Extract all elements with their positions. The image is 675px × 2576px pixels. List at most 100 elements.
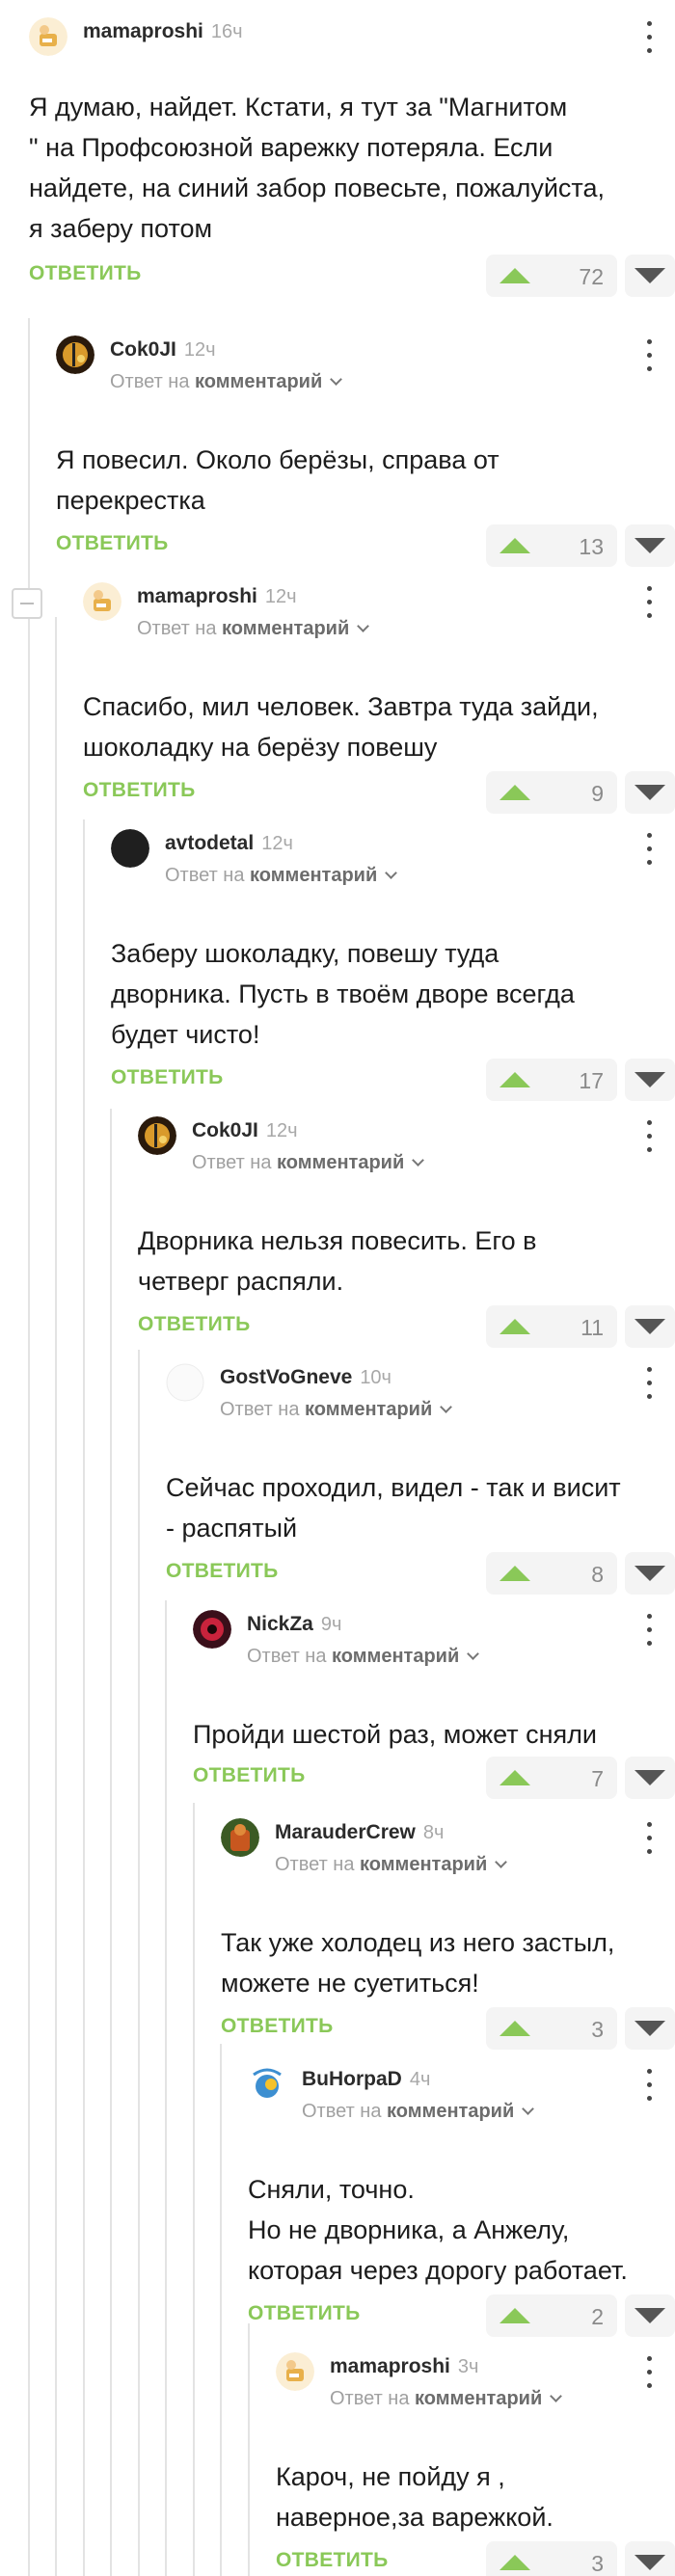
more-options-icon[interactable] bbox=[640, 21, 660, 54]
rating-score: 17 bbox=[579, 1068, 604, 1093]
more-options-icon[interactable] bbox=[640, 2069, 660, 2102]
reply-button[interactable]: ОТВЕТИТЬ bbox=[166, 1560, 279, 1583]
chevron-down-icon[interactable] bbox=[440, 1401, 453, 1413]
reply-to-link[interactable]: комментарий bbox=[305, 1399, 432, 1420]
upvote-icon[interactable] bbox=[500, 1319, 530, 1334]
reply-to: Ответ на комментарий bbox=[192, 1152, 425, 1174]
upvote-icon[interactable] bbox=[500, 2308, 530, 2323]
upvote-icon[interactable] bbox=[500, 1566, 530, 1581]
downvote-icon[interactable] bbox=[625, 524, 675, 567]
upvote-icon[interactable] bbox=[500, 1072, 530, 1087]
reply-button[interactable]: ОТВЕТИТЬ bbox=[56, 532, 169, 555]
avatar[interactable] bbox=[276, 2352, 314, 2391]
reply-button[interactable]: ОТВЕТИТЬ bbox=[83, 779, 196, 802]
author-name[interactable]: BuHorpaD 4ч bbox=[302, 2068, 430, 2091]
reply-to: Ответ на комментарий bbox=[137, 618, 370, 640]
author-name[interactable]: mamaproshi 16ч bbox=[83, 20, 243, 43]
comment: Cok0JI 12ч Ответ на комментарий Дворника … bbox=[138, 1116, 675, 1348]
reply-button[interactable]: ОТВЕТИТЬ bbox=[29, 262, 142, 285]
comment-text: Дворника нельзя повесить. Его в четверг … bbox=[138, 1226, 537, 1296]
upvote-icon[interactable] bbox=[500, 2555, 530, 2570]
chevron-down-icon[interactable] bbox=[330, 373, 343, 386]
more-options-icon[interactable] bbox=[640, 1120, 660, 1153]
downvote-icon[interactable] bbox=[625, 1305, 675, 1348]
comment: GostVoGneve 10ч Ответ на комментарий Сейч… bbox=[166, 1363, 675, 1595]
downvote-icon[interactable] bbox=[625, 2541, 675, 2576]
author-name[interactable]: GostVoGneve 10ч bbox=[220, 1366, 392, 1389]
comment-time: 12ч bbox=[183, 339, 216, 361]
reply-to-link[interactable]: комментарий bbox=[250, 865, 377, 886]
comment-text: Я повесил. Около берёзы, справа от перек… bbox=[56, 445, 500, 515]
avatar[interactable] bbox=[166, 1363, 204, 1402]
author-name[interactable]: NickZa 9ч bbox=[247, 1613, 341, 1636]
downvote-icon[interactable] bbox=[625, 771, 675, 814]
chevron-down-icon[interactable] bbox=[467, 1648, 480, 1660]
chevron-down-icon[interactable] bbox=[550, 2390, 563, 2402]
reply-button[interactable]: ОТВЕТИТЬ bbox=[111, 1066, 224, 1089]
comment: NickZa 9ч Ответ на комментарий Пройди шес… bbox=[193, 1610, 675, 1799]
collapse-thread-button[interactable] bbox=[12, 588, 42, 619]
reply-to-link[interactable]: комментарий bbox=[332, 1646, 459, 1667]
reply-button[interactable]: ОТВЕТИТЬ bbox=[221, 2015, 334, 2038]
more-options-icon[interactable] bbox=[640, 1822, 660, 1855]
more-options-icon[interactable] bbox=[640, 339, 660, 372]
more-options-icon[interactable] bbox=[640, 1367, 660, 1400]
upvote-icon[interactable] bbox=[500, 268, 530, 283]
chevron-down-icon[interactable] bbox=[412, 1154, 425, 1167]
author-name[interactable]: Cok0JI 12ч bbox=[192, 1119, 298, 1142]
avatar-image bbox=[138, 1116, 176, 1155]
downvote-icon[interactable] bbox=[625, 2294, 675, 2337]
reply-to-link[interactable]: комментарий bbox=[277, 1152, 404, 1173]
downvote-icon[interactable] bbox=[625, 2007, 675, 2050]
upvote-icon[interactable] bbox=[500, 1770, 530, 1785]
reply-to-link[interactable]: комментарий bbox=[387, 2101, 514, 2122]
comment-text: Пройди шестой раз, может сняли bbox=[193, 1720, 598, 1749]
reply-to-link[interactable]: комментарий bbox=[415, 2388, 542, 2409]
reply-button[interactable]: ОТВЕТИТЬ bbox=[193, 1764, 306, 1787]
rating-box: 2 bbox=[486, 2294, 617, 2337]
comment-text: Заберу шоколадку, повешу туда дворника. … bbox=[111, 939, 575, 1049]
avatar[interactable] bbox=[221, 1818, 259, 1857]
rating-box: 3 bbox=[486, 2007, 617, 2050]
downvote-icon[interactable] bbox=[625, 1552, 675, 1595]
rating-score: 7 bbox=[591, 1766, 604, 1791]
avatar[interactable] bbox=[29, 17, 68, 56]
avatar[interactable] bbox=[248, 2065, 286, 2104]
comment: BuHorpaD 4ч Ответ на комментарий Сняли, т… bbox=[248, 2065, 675, 2337]
downvote-icon[interactable] bbox=[625, 1059, 675, 1101]
avatar[interactable] bbox=[56, 335, 94, 374]
avatar-image bbox=[29, 17, 68, 56]
upvote-icon[interactable] bbox=[500, 538, 530, 553]
avatar[interactable] bbox=[83, 582, 122, 621]
chevron-down-icon[interactable] bbox=[495, 1856, 508, 1868]
comment-time: 8ч bbox=[422, 1822, 445, 1843]
author-name[interactable]: MarauderCrew 8ч bbox=[275, 1821, 444, 1844]
chevron-down-icon[interactable] bbox=[522, 2103, 535, 2115]
more-options-icon[interactable] bbox=[640, 586, 660, 619]
reply-button[interactable]: ОТВЕТИТЬ bbox=[248, 2302, 361, 2325]
upvote-icon[interactable] bbox=[500, 785, 530, 800]
reply-button[interactable]: ОТВЕТИТЬ bbox=[138, 1313, 251, 1336]
downvote-icon[interactable] bbox=[625, 1757, 675, 1799]
downvote-icon[interactable] bbox=[625, 255, 675, 297]
more-options-icon[interactable] bbox=[640, 2356, 660, 2389]
avatar[interactable] bbox=[193, 1610, 231, 1649]
reply-to-link[interactable]: комментарий bbox=[360, 1854, 487, 1875]
avatar[interactable] bbox=[111, 829, 149, 868]
comment-time: 10ч bbox=[360, 1367, 392, 1388]
rating-box: 72 bbox=[486, 255, 617, 297]
author-name[interactable]: avtodetal 12ч bbox=[165, 832, 293, 855]
chevron-down-icon[interactable] bbox=[357, 620, 370, 632]
reply-to-link[interactable]: комментарий bbox=[195, 371, 322, 392]
author-name[interactable]: Cok0JI 12ч bbox=[110, 338, 216, 362]
author-name[interactable]: mamaproshi 12ч bbox=[137, 585, 297, 608]
more-options-icon[interactable] bbox=[640, 833, 660, 866]
more-options-icon[interactable] bbox=[640, 1614, 660, 1647]
author-name[interactable]: mamaproshi 3ч bbox=[330, 2355, 478, 2378]
avatar[interactable] bbox=[138, 1116, 176, 1155]
reply-button[interactable]: ОТВЕТИТЬ bbox=[276, 2549, 389, 2572]
reply-to-link[interactable]: комментарий bbox=[222, 618, 349, 639]
rating-score: 3 bbox=[591, 2551, 604, 2576]
upvote-icon[interactable] bbox=[500, 2021, 530, 2036]
chevron-down-icon[interactable] bbox=[385, 867, 398, 879]
